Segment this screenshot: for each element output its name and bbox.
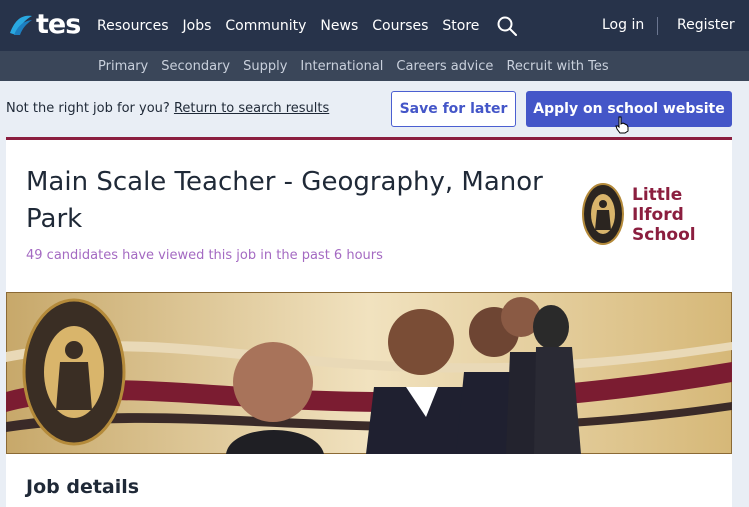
hand-cursor-icon: [615, 116, 629, 134]
job-title: Main Scale Teacher - Geography, Manor Pa…: [26, 167, 543, 234]
sub-nav-links: Primary Secondary Supply International C…: [98, 51, 622, 81]
school-name-line-1: Little: [632, 185, 683, 205]
subnav-international[interactable]: International: [300, 59, 383, 74]
register-link[interactable]: Register: [677, 17, 735, 33]
not-right-job-prompt: Not the right job for you?: [6, 101, 170, 116]
banner-illustration: [6, 292, 732, 454]
main-nav-links: Resources Jobs Community News Courses St…: [97, 0, 493, 51]
tes-logo[interactable]: tes: [8, 9, 81, 40]
nav-community[interactable]: Community: [225, 18, 306, 34]
school-crest-icon: [582, 183, 624, 245]
nav-news[interactable]: News: [320, 18, 358, 34]
top-navigation: tes Resources Jobs Community News Course…: [0, 0, 749, 51]
subnav-careers-advice[interactable]: Careers advice: [396, 59, 493, 74]
views-count-text: 49 candidates have viewed this job in th…: [26, 248, 383, 263]
login-link[interactable]: Log in: [602, 17, 644, 33]
tes-logo-icon: [10, 15, 32, 35]
apply-on-school-website-button[interactable]: Apply on school website: [526, 91, 732, 127]
subnav-supply[interactable]: Supply: [243, 59, 287, 74]
job-action-bar: Not the right job for you? Return to sea…: [0, 81, 749, 138]
nav-divider: [657, 17, 658, 35]
save-for-later-button[interactable]: Save for later: [391, 91, 516, 127]
subnav-recruit-with-tes[interactable]: Recruit with Tes: [506, 59, 608, 74]
nav-store[interactable]: Store: [442, 18, 479, 34]
tes-logo-text: tes: [36, 9, 81, 40]
subnav-secondary[interactable]: Secondary: [161, 59, 230, 74]
job-card: Main Scale Teacher - Geography, Manor Pa…: [6, 137, 732, 507]
school-name-line-2: Ilford: [632, 205, 684, 225]
not-right-job-text: Not the right job for you? Return to sea…: [6, 101, 329, 116]
school-name: Little Ilford School: [632, 185, 696, 245]
subnav-primary[interactable]: Primary: [98, 59, 148, 74]
nav-courses[interactable]: Courses: [372, 18, 428, 34]
school-name-line-3: School: [632, 225, 696, 245]
school-banner-image: [6, 292, 732, 454]
sub-navigation: Primary Secondary Supply International C…: [0, 51, 749, 81]
nav-resources[interactable]: Resources: [97, 18, 169, 34]
search-icon[interactable]: [497, 16, 517, 36]
nav-jobs[interactable]: Jobs: [183, 18, 212, 34]
return-to-search-link[interactable]: Return to search results: [174, 101, 329, 116]
job-details-heading: Job details: [26, 476, 140, 498]
